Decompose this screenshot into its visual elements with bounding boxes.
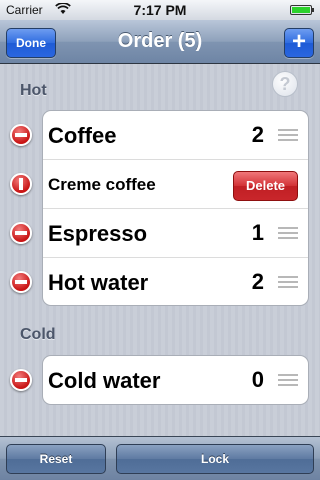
item-name: Cold water (48, 368, 161, 393)
item-quantity: 1 (251, 220, 264, 245)
reorder-grip-icon[interactable] (278, 227, 298, 240)
reorder-grip-icon[interactable] (278, 129, 298, 142)
item-quantity: 2 (251, 122, 264, 147)
bottom-toolbar: Reset Lock (0, 436, 320, 480)
item-name: Creme coffee (48, 175, 156, 194)
item-quantity: 0 (251, 367, 264, 392)
delete-control-icon-active[interactable] (10, 173, 32, 195)
status-time: 7:17 PM (133, 2, 187, 18)
list-item[interactable]: Hot water 2 (43, 258, 308, 305)
reorder-grip-icon[interactable] (278, 374, 298, 387)
list-item[interactable]: Creme coffee Delete (43, 160, 308, 209)
item-name: Hot water (48, 270, 149, 295)
list-item[interactable]: Cold water 0 (43, 356, 308, 404)
item-name: Espresso (48, 221, 148, 246)
reorder-grip-icon[interactable] (278, 276, 298, 289)
section-header-cold: Cold (20, 326, 56, 343)
add-button[interactable]: + (284, 28, 314, 58)
hot-items-group: Coffee 2 Creme coffee Delete Espresso 1 … (42, 110, 309, 306)
battery-icon (290, 5, 314, 15)
item-quantity: 2 (251, 269, 264, 294)
delete-control-icon[interactable] (10, 271, 32, 293)
cold-items-group: Cold water 0 (42, 355, 309, 405)
delete-control-icon[interactable] (10, 124, 32, 146)
delete-button[interactable]: Delete (233, 171, 298, 201)
list-item[interactable]: Espresso 1 (43, 209, 308, 258)
delete-control-icon[interactable] (10, 222, 32, 244)
status-bar: Carrier 7:17 PM (0, 0, 320, 20)
page-title: Order (5) (117, 30, 203, 52)
item-name: Coffee (48, 123, 117, 148)
help-icon[interactable]: ? (272, 71, 298, 97)
delete-control-icon[interactable] (10, 369, 32, 391)
section-header-hot: Hot (20, 82, 47, 99)
reset-button[interactable]: Reset (6, 444, 106, 474)
lock-button[interactable]: Lock (116, 444, 314, 474)
navigation-bar: Done Order (5) + (0, 20, 320, 64)
list-item[interactable]: Coffee 2 (43, 111, 308, 160)
